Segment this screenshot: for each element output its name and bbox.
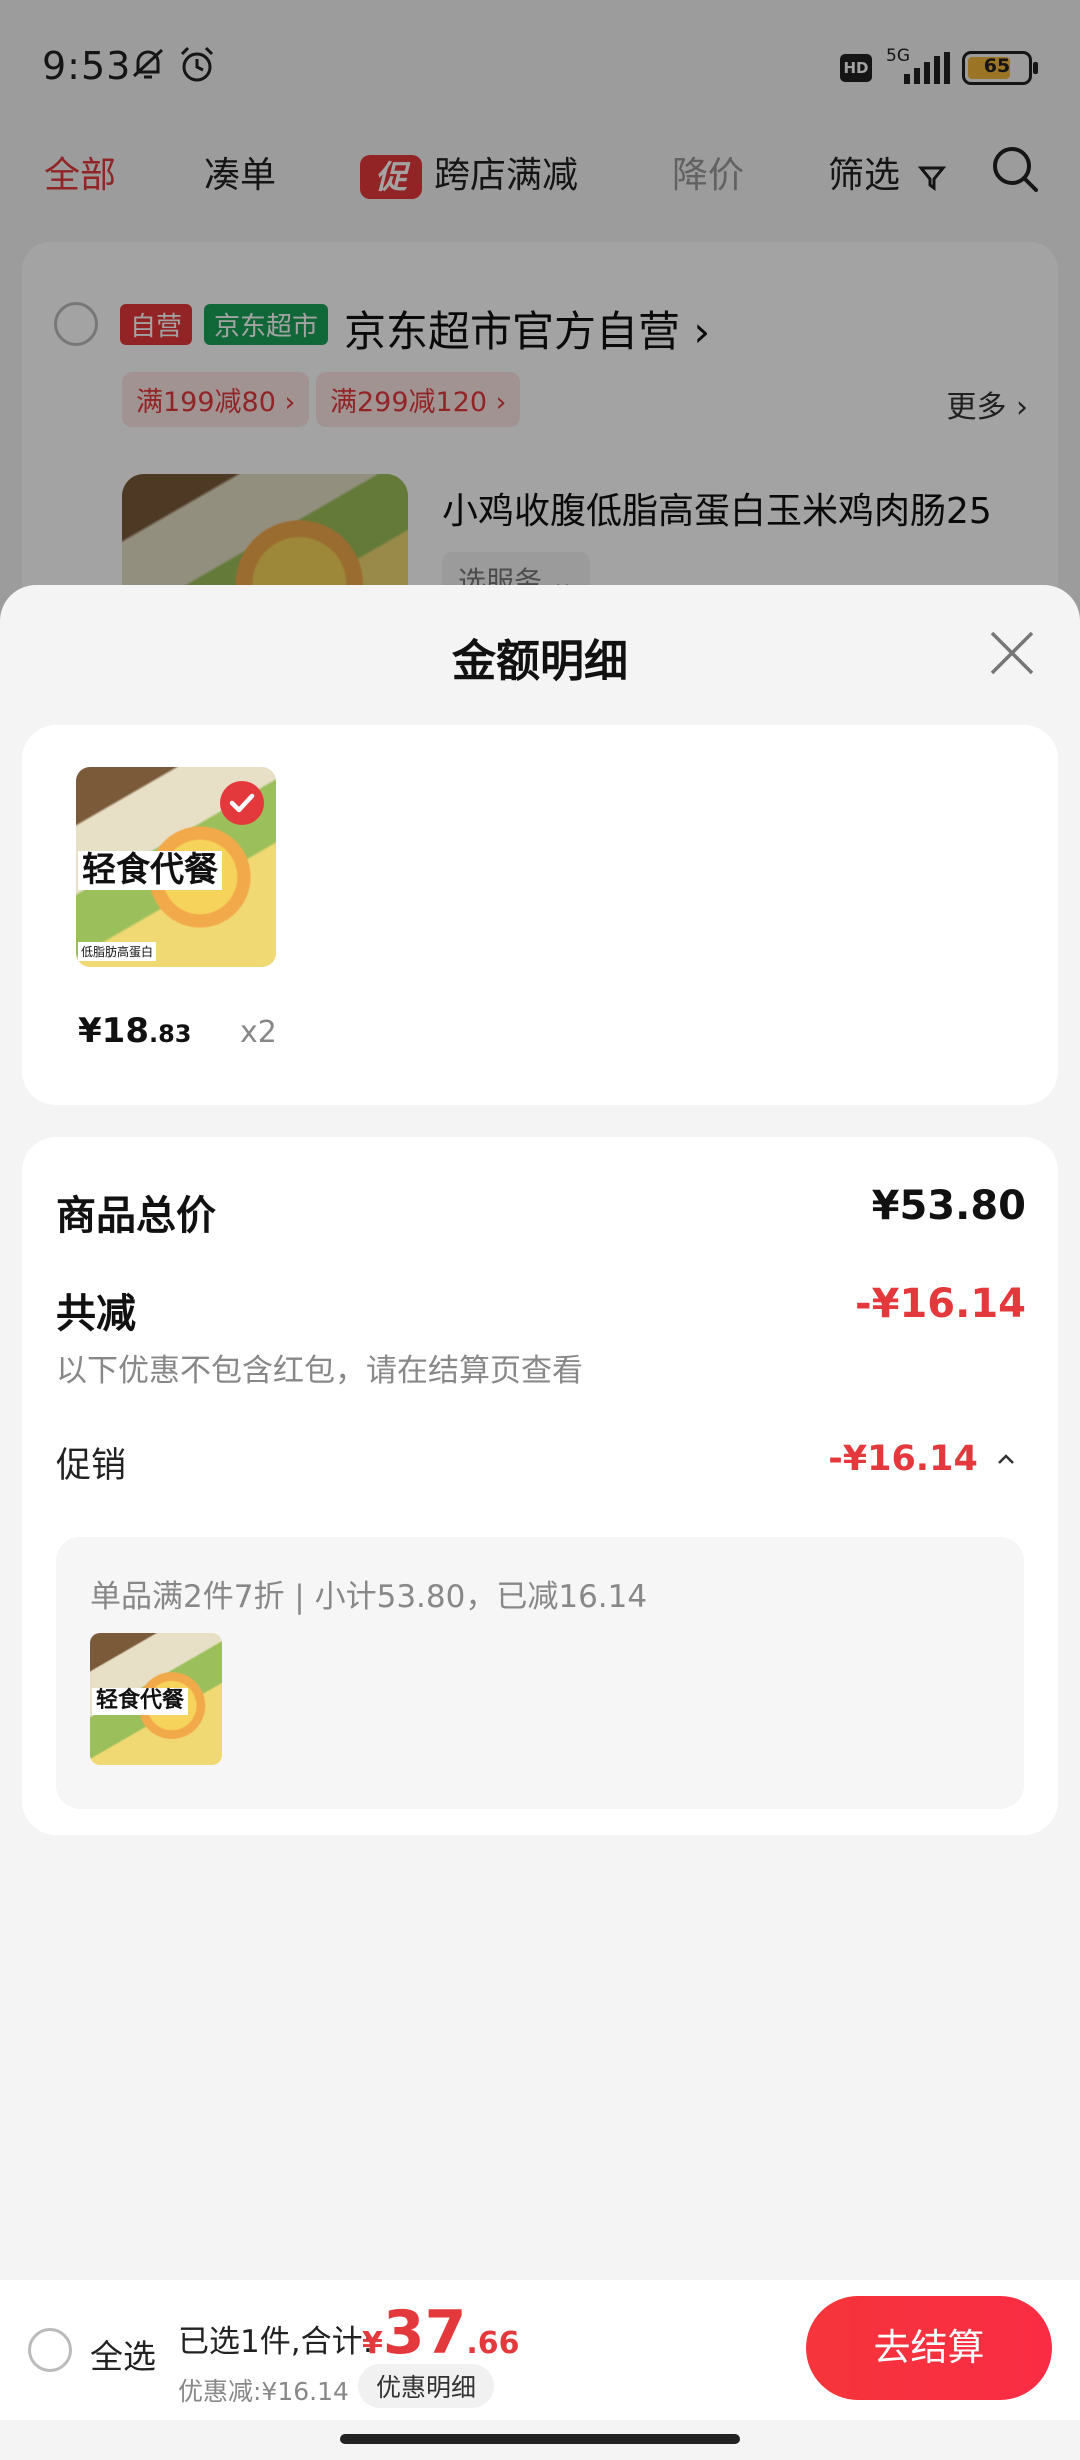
total-amount: ¥37.66 — [362, 2298, 520, 2368]
chevron-up-icon — [998, 1454, 1014, 1464]
promotion-label: 促销 — [56, 1446, 127, 1486]
total-decimal: .66 — [466, 2326, 520, 2361]
price-detail-sheet: 金额明细 轻食代餐 低脂肪高蛋白 ¥18.83 x2 商品总价 ¥53.80 共… — [0, 585, 1080, 2460]
product-image[interactable]: 轻食代餐 低脂肪高蛋白 — [76, 767, 276, 967]
price-breakdown-card: 商品总价 ¥53.80 共减 -¥16.14 以下优惠不包含红包，请在结算页查看… — [22, 1137, 1058, 1835]
total-currency: ¥ — [362, 2326, 383, 2361]
promotion-value: -¥16.14 — [828, 1439, 978, 1479]
sheet-title: 金额明细 — [452, 636, 628, 687]
total-int: 37 — [382, 2298, 467, 2368]
promotion-toggle[interactable]: -¥16.14 — [828, 1439, 1018, 1479]
select-all-radio[interactable] — [28, 2328, 72, 2372]
product-price: ¥18.83 — [78, 1011, 192, 1051]
overlay-dim[interactable] — [0, 0, 1080, 640]
total-reduction-label: 共减 — [56, 1291, 136, 1337]
selected-summary: 已选1件,合计: — [178, 2324, 374, 2360]
price-decimal: .83 — [148, 1020, 192, 1048]
goods-total-label: 商品总价 — [56, 1193, 216, 1239]
discount-detail-button[interactable]: 优惠明细 — [358, 2364, 495, 2408]
total-reduction-value: -¥16.14 — [855, 1281, 1026, 1327]
goods-total-value: ¥53.80 — [871, 1183, 1026, 1229]
close-icon[interactable] — [984, 625, 1040, 681]
reduction-hint: 以下优惠不包含红包，请在结算页查看 — [56, 1353, 583, 1389]
product-art: 轻食代餐 — [90, 1633, 222, 1765]
checkout-button[interactable]: 去结算 — [806, 2296, 1052, 2400]
discount-amount: 优惠减:¥16.14 — [178, 2377, 349, 2406]
checkout-bar: 全选 已选1件,合计: ¥37.66 优惠减:¥16.14 优惠明细 去结算 — [0, 2280, 1080, 2420]
select-all-label[interactable]: 全选 — [90, 2330, 156, 2378]
promotion-detail-box: 单品满2件7折 | 小计53.80，已减16.14 轻食代餐 — [56, 1537, 1024, 1809]
product-image-text: 轻食代餐 — [92, 1688, 189, 1715]
product-image-text: 轻食代餐 — [78, 851, 222, 890]
product-quantity: x2 — [240, 1015, 277, 1050]
selected-products-card: 轻食代餐 低脂肪高蛋白 ¥18.83 x2 — [22, 725, 1058, 1105]
promotion-product-thumb[interactable]: 轻食代餐 — [90, 1633, 222, 1765]
product-image-subtext: 低脂肪高蛋白 — [78, 942, 157, 961]
price-int: ¥18 — [78, 1011, 149, 1051]
selected-check-icon — [220, 781, 264, 825]
home-indicator[interactable] — [340, 2434, 740, 2444]
promotion-description: 单品满2件7折 | 小计53.80，已减16.14 — [90, 1579, 648, 1615]
